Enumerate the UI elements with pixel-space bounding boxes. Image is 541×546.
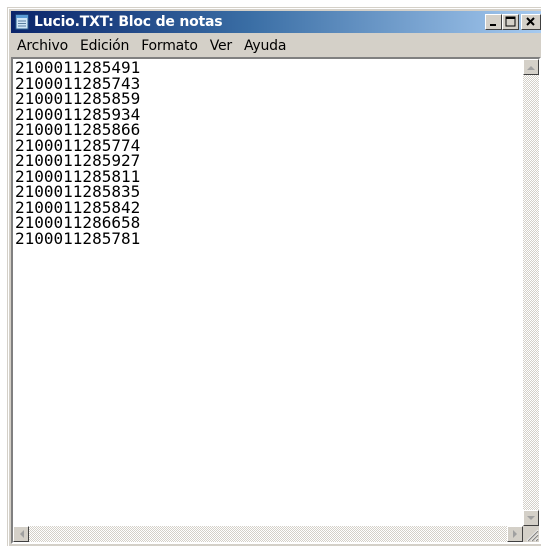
arrow-up-icon [527, 65, 535, 70]
window-title: Lucio.TXT: Bloc de notas [34, 14, 223, 30]
arrow-right-icon [512, 530, 517, 538]
maximize-button[interactable] [502, 14, 519, 30]
scroll-left-button[interactable] [13, 526, 29, 542]
maximize-icon [505, 16, 516, 27]
close-button[interactable] [521, 14, 541, 30]
scroll-down-button[interactable] [523, 510, 539, 526]
scroll-right-button[interactable] [507, 526, 523, 542]
scroll-up-button[interactable] [523, 59, 539, 75]
menu-bar: Archivo Edición Formato Ver Ayuda [11, 35, 541, 57]
arrow-down-icon [527, 515, 535, 520]
menu-edicion[interactable]: Edición [74, 38, 135, 54]
vertical-scrollbar[interactable] [523, 59, 539, 526]
title-bar[interactable]: Lucio.TXT: Bloc de notas [11, 11, 541, 33]
text-line: 2100011285781 [15, 228, 141, 248]
resize-grip-icon [526, 529, 539, 542]
menu-archivo[interactable]: Archivo [11, 38, 74, 54]
arrow-left-icon [19, 530, 24, 538]
horizontal-scrollbar[interactable] [13, 526, 523, 542]
menu-ayuda[interactable]: Ayuda [238, 38, 292, 54]
notepad-window: Lucio.TXT: Bloc de notas Archivo Edición… [7, 7, 541, 546]
caption-buttons [485, 14, 541, 30]
editor-frame: 2100011285491 2100011285743 210001128585… [11, 57, 541, 544]
menu-ver[interactable]: Ver [204, 38, 238, 54]
size-grip[interactable] [523, 526, 539, 542]
close-icon [526, 17, 535, 26]
minimize-icon [490, 24, 496, 26]
text-editor[interactable]: 2100011285491 2100011285743 210001128585… [13, 59, 523, 526]
notepad-icon[interactable] [14, 14, 30, 30]
minimize-button[interactable] [485, 14, 502, 30]
menu-formato[interactable]: Formato [135, 38, 204, 54]
